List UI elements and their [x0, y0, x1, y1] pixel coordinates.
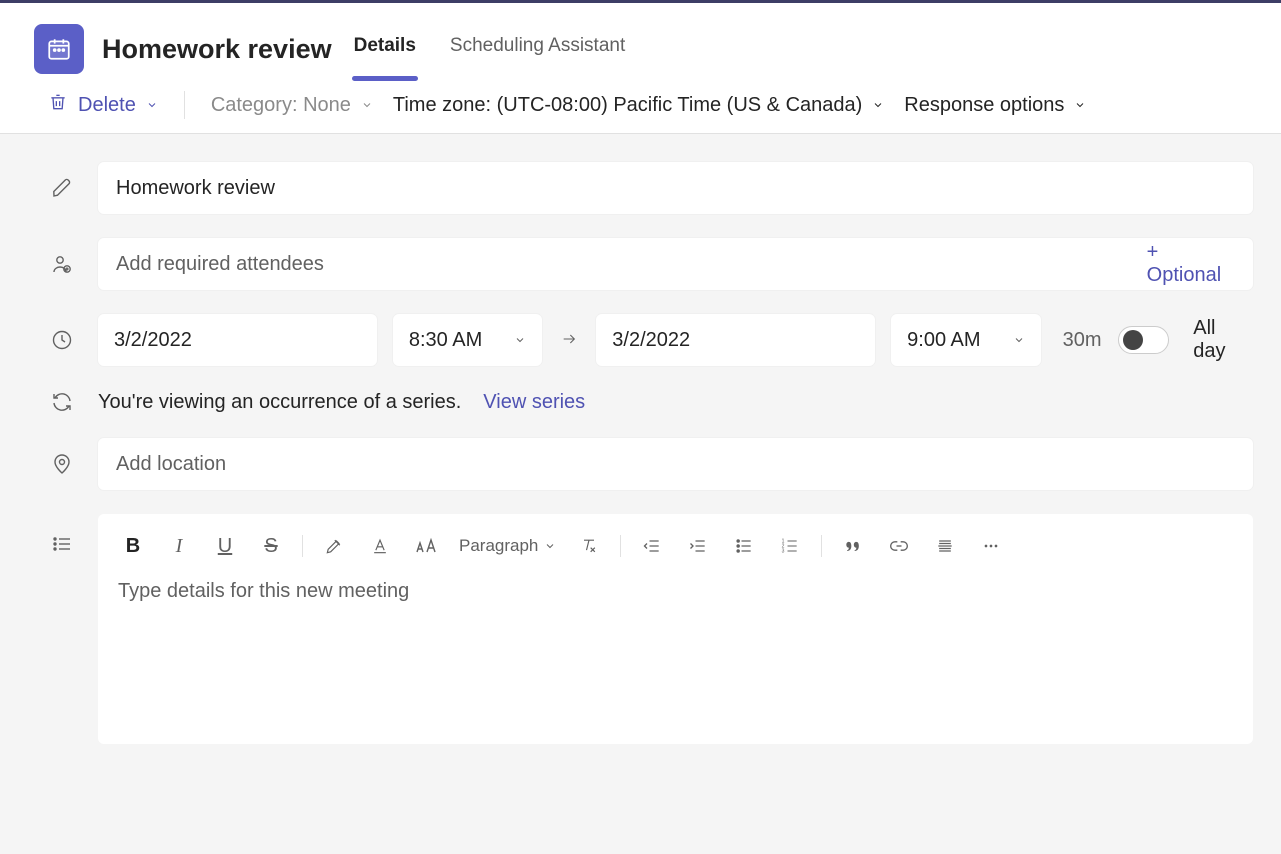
response-options-dropdown[interactable]: Response options: [904, 94, 1086, 117]
location-input[interactable]: [114, 452, 1237, 477]
decrease-indent-button[interactable]: [633, 530, 671, 562]
end-date-value: 3/2/2022: [612, 329, 690, 352]
start-date-value: 3/2/2022: [114, 329, 192, 352]
location-row: [0, 426, 1281, 502]
all-day-toggle[interactable]: [1118, 326, 1170, 354]
paragraph-label: Paragraph: [459, 536, 538, 556]
bulleted-list-button[interactable]: [725, 530, 763, 562]
arrow-right-icon: [558, 331, 580, 350]
font-color-button[interactable]: [361, 530, 399, 562]
header: Homework review Details Scheduling Assis…: [0, 3, 1281, 81]
series-row: You're viewing an occurrence of a series…: [0, 378, 1281, 426]
highlight-button[interactable]: [315, 530, 353, 562]
delete-button[interactable]: Delete: [48, 91, 158, 119]
all-day-label: All day: [1193, 317, 1253, 363]
category-label: Category: None: [211, 94, 351, 117]
strikethrough-button[interactable]: S: [252, 530, 290, 562]
start-time-value: 8:30 AM: [409, 329, 482, 352]
attendees-input[interactable]: [114, 252, 1147, 277]
end-time-field[interactable]: 9:00 AM: [891, 314, 1040, 366]
clock-icon: [46, 328, 78, 352]
duration-label: 30m: [1063, 329, 1102, 352]
editor-body[interactable]: Type details for this new meeting: [98, 570, 1253, 623]
link-button[interactable]: [880, 530, 918, 562]
location-icon: [46, 452, 78, 476]
tabs: Details Scheduling Assistant: [352, 17, 628, 81]
start-time-field[interactable]: 8:30 AM: [393, 314, 542, 366]
svg-text:3: 3: [782, 549, 785, 555]
recurrence-icon: [46, 390, 78, 414]
meeting-form: + Optional 3/2/2022 8:30 AM 3: [0, 134, 1281, 854]
tab-details[interactable]: Details: [352, 17, 418, 81]
attendees-row: + Optional: [0, 226, 1281, 302]
datetime-row: 3/2/2022 8:30 AM 3/2/2022 9:00 AM 30m: [0, 302, 1281, 378]
view-series-link[interactable]: View series: [483, 391, 585, 414]
numbered-list-button[interactable]: 123: [771, 530, 809, 562]
series-text: You're viewing an occurrence of a series…: [98, 391, 461, 414]
chevron-down-icon: [1074, 94, 1086, 117]
chevron-down-icon: [872, 94, 884, 117]
timezone-dropdown[interactable]: Time zone: (UTC-08:00) Pacific Time (US …: [393, 94, 884, 117]
font-size-button[interactable]: [407, 530, 445, 562]
page-title: Homework review: [102, 34, 332, 65]
response-options-label: Response options: [904, 94, 1064, 117]
editor-placeholder: Type details for this new meeting: [118, 580, 409, 602]
quote-button[interactable]: [834, 530, 872, 562]
italic-button[interactable]: I: [160, 530, 198, 562]
people-add-icon: [46, 252, 78, 276]
divider: [620, 535, 621, 557]
chevron-down-icon: [1013, 329, 1025, 352]
clear-formatting-button[interactable]: [570, 530, 608, 562]
rich-text-editor: B I U S Paragraph: [98, 514, 1253, 744]
attendees-field[interactable]: + Optional: [98, 238, 1253, 290]
paragraph-style-dropdown[interactable]: Paragraph: [453, 536, 562, 556]
divider: [302, 535, 303, 557]
description-row: B I U S Paragraph: [0, 502, 1281, 756]
divider: [821, 535, 822, 557]
bold-button[interactable]: B: [114, 530, 152, 562]
category-dropdown[interactable]: Category: None: [211, 94, 373, 117]
location-field[interactable]: [98, 438, 1253, 490]
end-time-value: 9:00 AM: [907, 329, 980, 352]
divider: [184, 91, 185, 119]
pencil-icon: [46, 176, 78, 200]
toolbar: Delete Category: None Time zone: (UTC-08…: [0, 81, 1281, 134]
title-row: [0, 150, 1281, 226]
increase-indent-button[interactable]: [679, 530, 717, 562]
tab-scheduling-assistant[interactable]: Scheduling Assistant: [448, 17, 627, 81]
underline-button[interactable]: U: [206, 530, 244, 562]
start-date-field[interactable]: 3/2/2022: [98, 314, 377, 366]
chevron-down-icon: [146, 94, 158, 117]
chevron-down-icon: [361, 94, 373, 117]
text-icon: [46, 514, 78, 556]
delete-label: Delete: [78, 94, 136, 117]
more-options-button[interactable]: [972, 530, 1010, 562]
calendar-app-icon: [34, 24, 84, 74]
trash-icon: [48, 91, 68, 119]
editor-toolbar: B I U S Paragraph: [98, 514, 1253, 570]
chevron-down-icon: [514, 329, 526, 352]
horizontal-rule-button[interactable]: [926, 530, 964, 562]
title-input[interactable]: [114, 176, 1237, 201]
add-optional-button[interactable]: + Optional: [1147, 241, 1237, 287]
end-date-field[interactable]: 3/2/2022: [596, 314, 875, 366]
title-field[interactable]: [98, 162, 1253, 214]
timezone-label: Time zone: (UTC-08:00) Pacific Time (US …: [393, 94, 862, 117]
